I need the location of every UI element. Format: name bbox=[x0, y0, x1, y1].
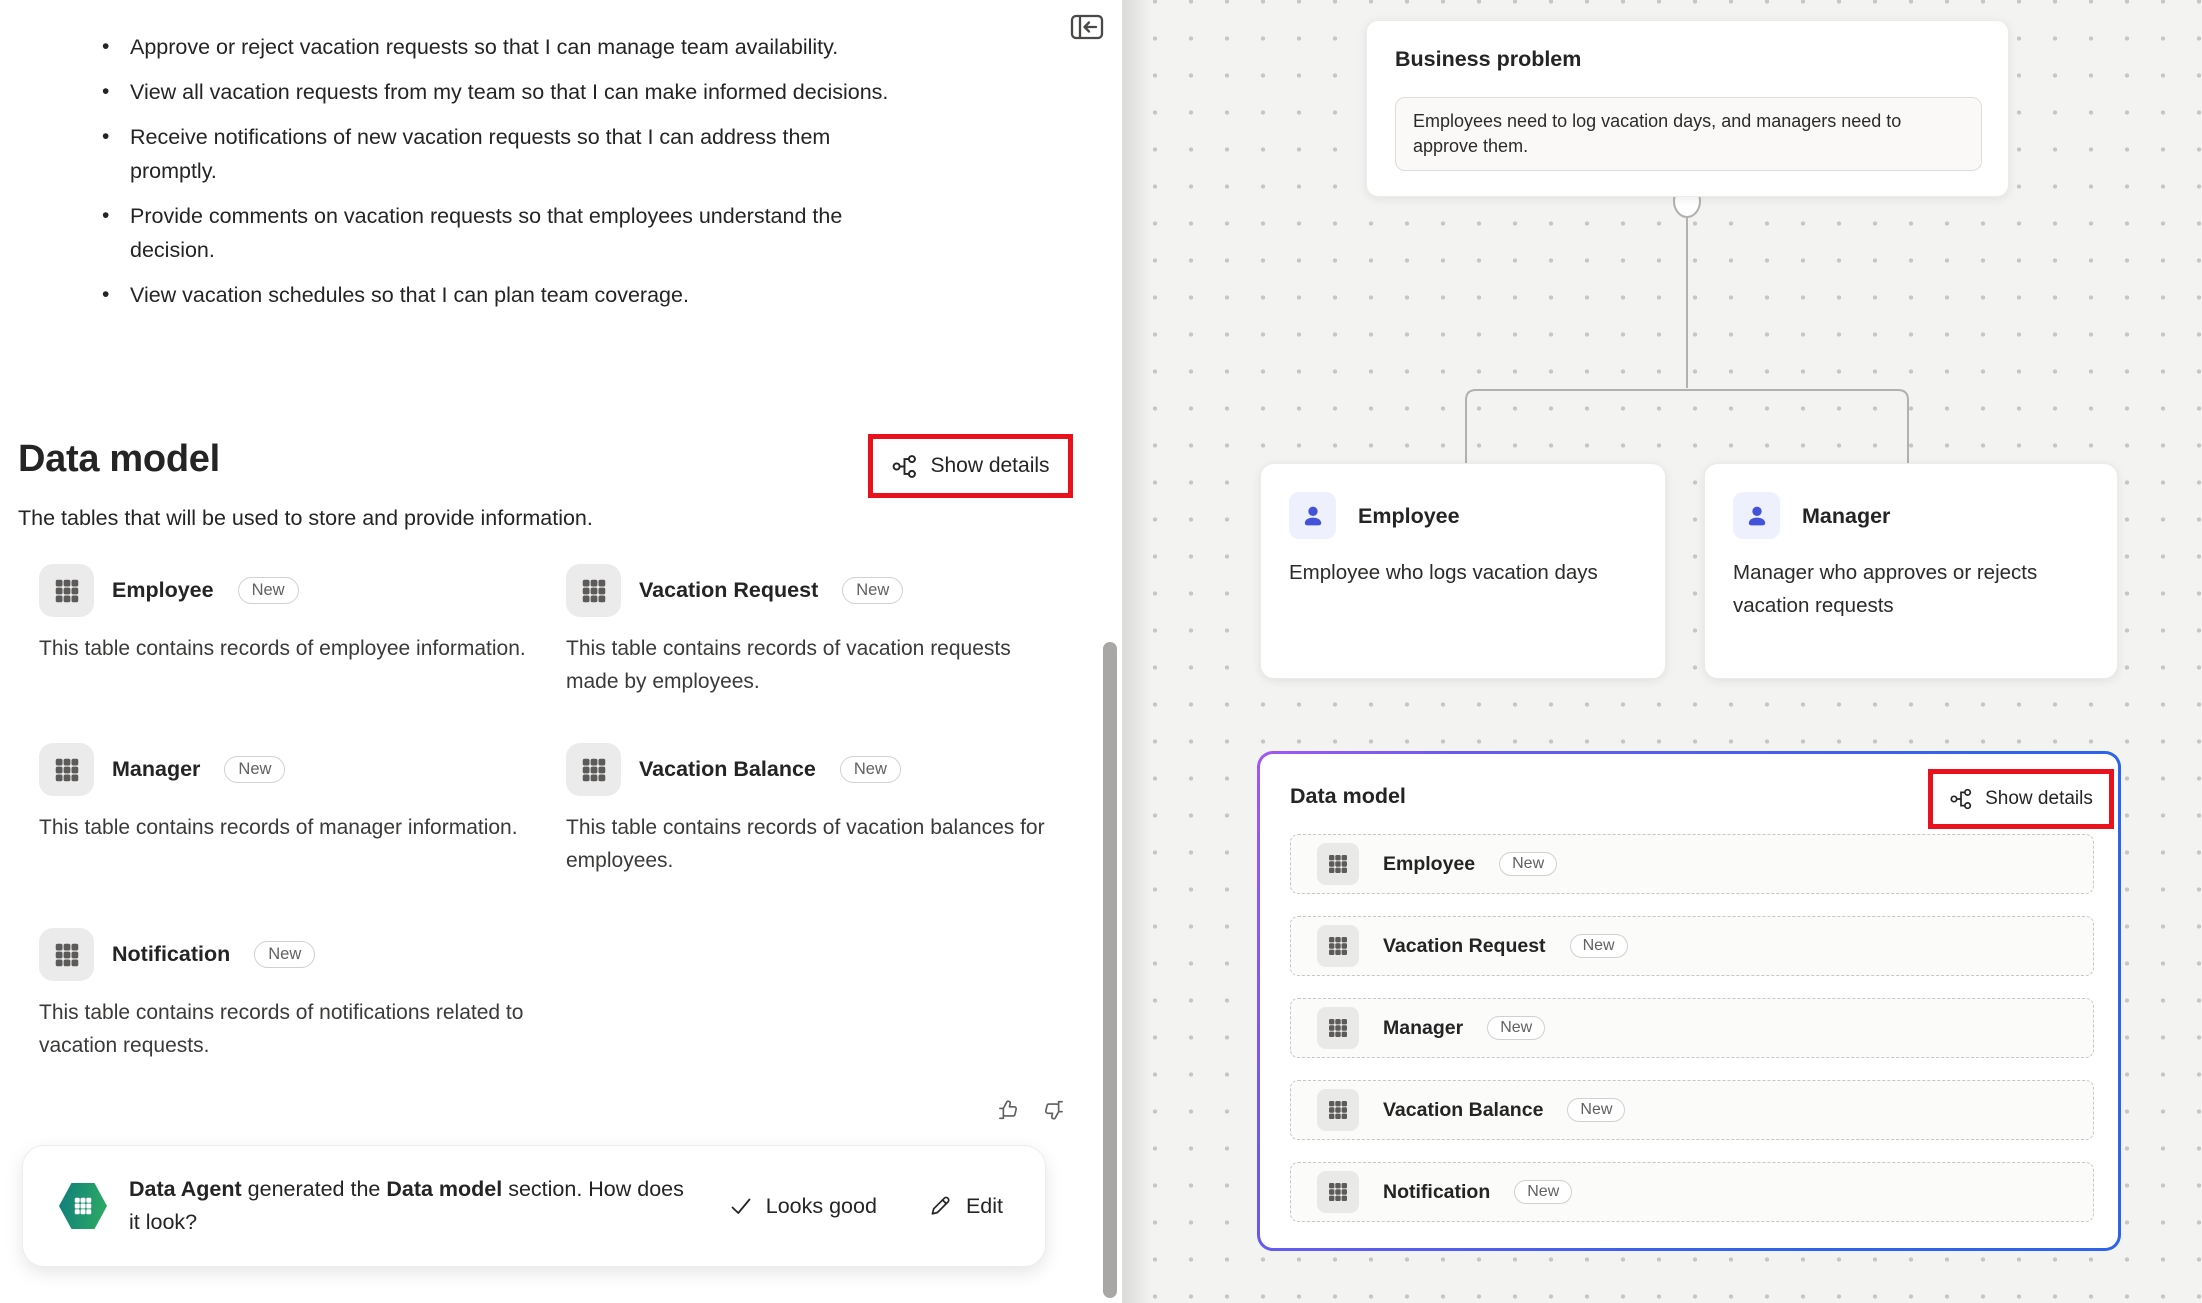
diagram-canvas[interactable]: Business problem Employees need to log v… bbox=[1122, 0, 2202, 1303]
table-card-vacation-balance: Vacation Balance New This table contains… bbox=[566, 742, 1111, 877]
pencil-icon bbox=[929, 1194, 953, 1218]
data-model-table-list: Employee New Vacation Request New bbox=[1290, 834, 2094, 1244]
table-icon bbox=[1317, 925, 1359, 967]
agent-name: Data Agent bbox=[129, 1177, 242, 1201]
user-story-item: View vacation schedules so that I can pl… bbox=[100, 278, 900, 312]
table-description: This table contains records of vacation … bbox=[566, 811, 1111, 877]
show-details-button[interactable]: Show details bbox=[891, 453, 1049, 480]
person-icon bbox=[1289, 492, 1336, 539]
section-name: Data model bbox=[386, 1177, 502, 1201]
table-card-vacation-request: Vacation Request New This table contains… bbox=[566, 563, 1061, 698]
checkmark-icon bbox=[729, 1194, 753, 1218]
table-icon bbox=[1317, 1089, 1359, 1131]
table-name: Vacation Balance bbox=[1383, 1099, 1543, 1122]
table-name: Vacation Request bbox=[1383, 935, 1546, 958]
table-name: Notification bbox=[112, 942, 230, 967]
panel-collapse-left-icon bbox=[1070, 14, 1104, 40]
new-badge: New bbox=[224, 756, 285, 783]
new-badge: New bbox=[238, 577, 299, 604]
show-details-label: Show details bbox=[930, 454, 1049, 478]
new-badge: New bbox=[1570, 934, 1628, 958]
show-details-label: Show details bbox=[1985, 788, 2093, 810]
business-problem-title: Business problem bbox=[1395, 47, 1581, 72]
data-agent-icon bbox=[59, 1181, 107, 1231]
table-icon bbox=[566, 743, 621, 796]
data-model-node-card[interactable]: Data model Show details bbox=[1257, 751, 2121, 1251]
table-card-notification: Notification New This table contains rec… bbox=[39, 927, 599, 1062]
table-icon bbox=[39, 743, 94, 796]
employee-role-card[interactable]: Employee Employee who logs vacation days bbox=[1260, 463, 1666, 679]
show-details-highlight: Show details bbox=[868, 434, 1073, 498]
user-story-item: Provide comments on vacation requests so… bbox=[100, 199, 900, 267]
table-icon bbox=[566, 564, 621, 617]
table-row-vacation-balance[interactable]: Vacation Balance New bbox=[1290, 1080, 2094, 1140]
new-badge: New bbox=[1487, 1016, 1545, 1040]
flowchart-icon bbox=[1949, 787, 1973, 811]
data-model-card-title: Data model bbox=[1290, 784, 1406, 809]
table-row-vacation-request[interactable]: Vacation Request New bbox=[1290, 916, 2094, 976]
role-name: Employee bbox=[1358, 504, 1460, 529]
role-name: Manager bbox=[1802, 504, 1890, 529]
data-agent-banner: Data Agent generated the Data model sect… bbox=[22, 1145, 1046, 1267]
user-story-item: Receive notifications of new vacation re… bbox=[100, 120, 900, 188]
looks-good-button[interactable]: Looks good bbox=[729, 1194, 877, 1219]
flowchart-icon bbox=[891, 453, 918, 480]
show-details-highlight: Show details bbox=[1928, 769, 2114, 829]
vertical-scrollbar[interactable] bbox=[1103, 642, 1117, 1298]
thumbs-up-icon[interactable] bbox=[996, 1094, 1028, 1126]
new-badge: New bbox=[842, 577, 903, 604]
table-icon bbox=[39, 564, 94, 617]
table-card-employee: Employee New This table contains records… bbox=[39, 563, 599, 665]
new-badge: New bbox=[1514, 1180, 1572, 1204]
business-problem-text: Employees need to log vacation days, and… bbox=[1395, 97, 1982, 171]
table-name: Manager bbox=[1383, 1017, 1463, 1040]
table-name: Employee bbox=[112, 578, 214, 603]
table-name: Manager bbox=[112, 757, 200, 782]
data-model-section-title: Data model bbox=[18, 438, 220, 481]
table-description: This table contains records of manager i… bbox=[39, 811, 599, 844]
table-icon bbox=[39, 928, 94, 981]
new-badge: New bbox=[1567, 1098, 1625, 1122]
table-name: Notification bbox=[1383, 1181, 1490, 1204]
table-description: This table contains records of notificat… bbox=[39, 996, 599, 1062]
document-panel: Approve or reject vacation requests so t… bbox=[0, 0, 1122, 1303]
edit-button[interactable]: Edit bbox=[929, 1194, 1003, 1219]
table-description: This table contains records of employee … bbox=[39, 632, 599, 665]
collapse-panel-button[interactable] bbox=[1070, 14, 1104, 40]
edit-label: Edit bbox=[966, 1194, 1003, 1219]
table-icon bbox=[1317, 1171, 1359, 1213]
user-story-item: Approve or reject vacation requests so t… bbox=[100, 30, 900, 64]
table-name: Vacation Request bbox=[639, 578, 818, 603]
table-row-employee[interactable]: Employee New bbox=[1290, 834, 2094, 894]
agent-message: Data Agent generated the Data model sect… bbox=[129, 1173, 689, 1239]
table-icon bbox=[1317, 843, 1359, 885]
table-name: Vacation Balance bbox=[639, 757, 816, 782]
table-row-notification[interactable]: Notification New bbox=[1290, 1162, 2094, 1222]
user-stories-list: Approve or reject vacation requests so t… bbox=[100, 30, 900, 323]
new-badge: New bbox=[840, 756, 901, 783]
looks-good-label: Looks good bbox=[766, 1194, 877, 1219]
new-badge: New bbox=[254, 941, 315, 968]
role-description: Employee who logs vacation days bbox=[1289, 556, 1598, 589]
show-details-button[interactable]: Show details bbox=[1949, 787, 2093, 811]
table-icon bbox=[1317, 1007, 1359, 1049]
table-card-manager: Manager New This table contains records … bbox=[39, 742, 599, 844]
manager-role-card[interactable]: Manager Manager who approves or rejects … bbox=[1704, 463, 2118, 679]
data-model-subtitle: The tables that will be used to store an… bbox=[18, 506, 593, 531]
table-row-manager[interactable]: Manager New bbox=[1290, 998, 2094, 1058]
role-description: Manager who approves or rejects vacation… bbox=[1733, 556, 2073, 622]
table-name: Employee bbox=[1383, 853, 1475, 876]
thumbs-down-icon[interactable] bbox=[1040, 1094, 1072, 1126]
feedback-controls bbox=[996, 1094, 1072, 1126]
table-description: This table contains records of vacation … bbox=[566, 632, 1061, 698]
user-story-item: View all vacation requests from my team … bbox=[100, 75, 900, 109]
person-icon bbox=[1733, 492, 1780, 539]
new-badge: New bbox=[1499, 852, 1557, 876]
business-problem-card[interactable]: Business problem Employees need to log v… bbox=[1366, 20, 2009, 197]
